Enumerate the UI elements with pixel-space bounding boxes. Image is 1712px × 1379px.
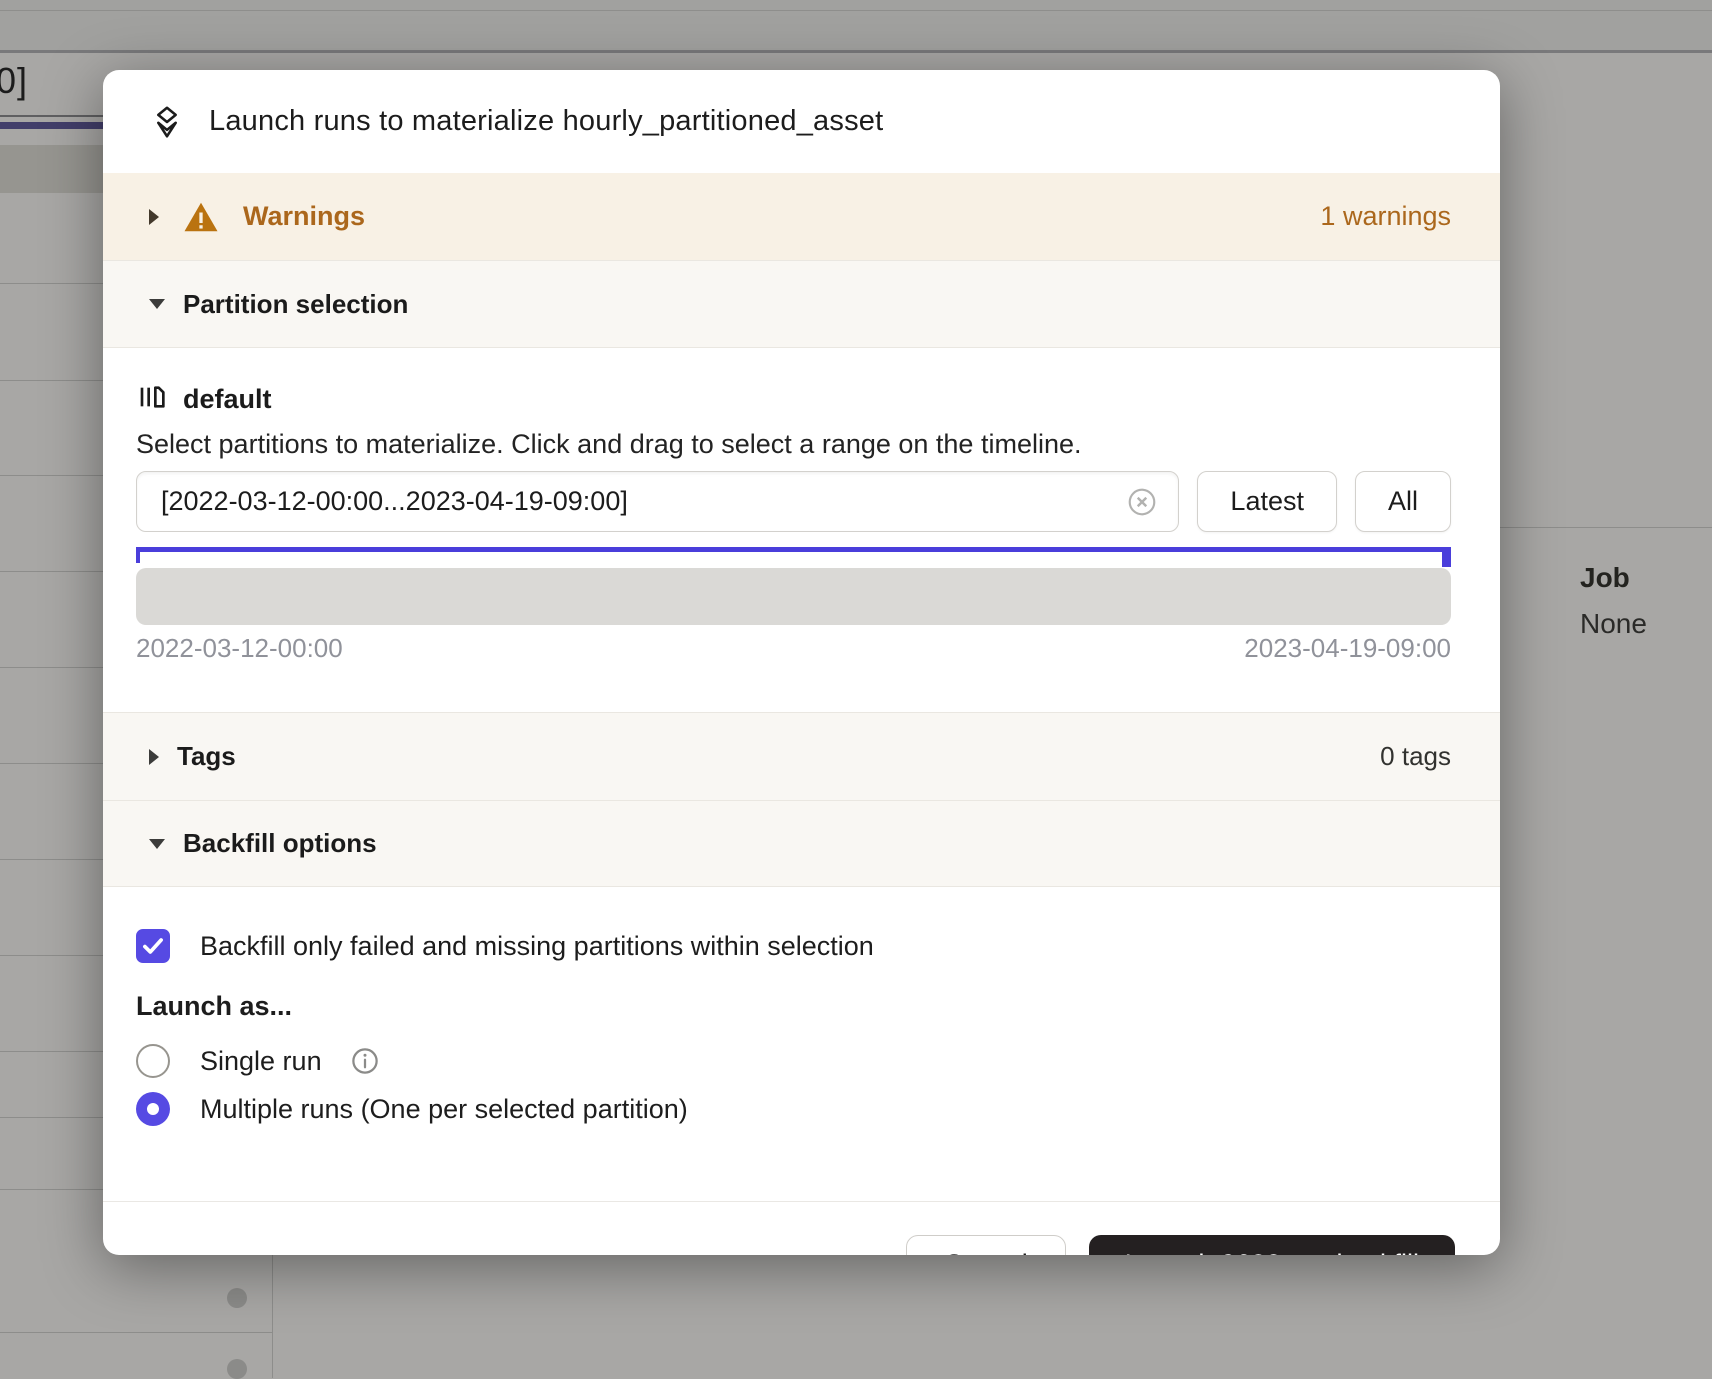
single-run-radio[interactable]: Single run	[136, 1044, 1451, 1078]
partition-selection-label: Partition selection	[183, 289, 408, 320]
single-run-label: Single run	[200, 1046, 322, 1077]
launch-backfill-button[interactable]: Launch 9682-run backfill	[1089, 1235, 1455, 1255]
background-divider	[0, 115, 103, 117]
tags-count: 0 tags	[1380, 741, 1451, 772]
radio-icon[interactable]	[136, 1044, 170, 1078]
background-accent-bar	[0, 122, 103, 129]
dialog-header: Launch runs to materialize hourly_partit…	[103, 70, 1500, 173]
background-job-column-header: Job	[1580, 562, 1630, 594]
background-row-divider	[0, 380, 103, 381]
clear-input-icon[interactable]	[1126, 486, 1158, 518]
chevron-down-icon	[149, 839, 165, 849]
background-column-divider	[272, 1255, 273, 1378]
background-top-toolbar	[0, 0, 1712, 53]
partition-dimension: default	[136, 382, 1451, 416]
chevron-right-icon	[149, 209, 159, 225]
cancel-button[interactable]: Cancel	[906, 1235, 1066, 1255]
partition-set-icon	[136, 381, 168, 418]
background-row-divider	[0, 955, 103, 956]
backfill-only-failed-checkbox[interactable]: Backfill only failed and missing partiti…	[136, 929, 1451, 963]
background-row-divider	[0, 1051, 103, 1052]
dialog-title: Launch runs to materialize hourly_partit…	[209, 105, 883, 138]
partition-timeline[interactable]	[136, 568, 1451, 625]
dialog-footer: Cancel Launch 9682-run backfill	[103, 1201, 1500, 1255]
background-row-divider	[0, 1117, 103, 1118]
background-row-divider	[0, 283, 103, 284]
partition-selection-body: default Select partitions to materialize…	[103, 382, 1500, 712]
tags-section-header[interactable]: Tags 0 tags	[103, 712, 1500, 801]
timeline-start-date: 2022-03-12-00:00	[136, 633, 343, 664]
checkbox-icon[interactable]	[136, 929, 170, 963]
background-row-divider	[0, 1189, 103, 1190]
backfill-options-header[interactable]: Backfill options	[103, 801, 1500, 887]
backfill-options-body: Backfill only failed and missing partiti…	[103, 929, 1500, 1201]
partition-selection-description: Select partitions to materialize. Click …	[136, 429, 1451, 460]
partition-dimension-name: default	[183, 384, 272, 415]
chevron-down-icon	[149, 299, 165, 309]
info-icon[interactable]	[350, 1046, 380, 1076]
partition-selection-header[interactable]: Partition selection	[103, 260, 1500, 348]
warnings-count: 1 warnings	[1320, 201, 1451, 232]
backfill-options-label: Backfill options	[183, 828, 377, 859]
latest-button[interactable]: Latest	[1197, 471, 1337, 532]
background-row-divider	[0, 763, 103, 764]
partition-input-row: [2022-03-12-00:00...2023-04-19-09:00] La…	[136, 471, 1451, 532]
chevron-right-icon	[149, 749, 159, 765]
background-selected-row	[0, 145, 103, 193]
partition-range-value: [2022-03-12-00:00...2023-04-19-09:00]	[161, 486, 1126, 517]
radio-icon[interactable]	[136, 1092, 170, 1126]
selection-range-indicator	[136, 547, 1451, 567]
all-button[interactable]: All	[1355, 471, 1451, 532]
background-job-value: None	[1580, 608, 1647, 640]
warning-icon	[183, 200, 219, 234]
background-row-divider	[0, 571, 103, 572]
warnings-section-header[interactable]: Warnings 1 warnings	[103, 173, 1500, 260]
background-row-divider	[1500, 527, 1712, 528]
background-row-divider	[0, 1332, 272, 1333]
materialize-asset-icon	[148, 103, 186, 141]
background-status-dot	[227, 1359, 247, 1379]
launch-backfill-dialog: Launch runs to materialize hourly_partit…	[103, 70, 1500, 1255]
page: 0] Job None Launch ru	[0, 0, 1712, 1378]
background-row-divider	[0, 667, 103, 668]
multiple-runs-radio[interactable]: Multiple runs (One per selected partitio…	[136, 1092, 1451, 1126]
tags-label: Tags	[177, 741, 236, 772]
partition-range-input[interactable]: [2022-03-12-00:00...2023-04-19-09:00]	[136, 471, 1179, 532]
warnings-label: Warnings	[243, 201, 365, 232]
launch-as-label: Launch as...	[136, 991, 1451, 1022]
background-row-divider	[0, 859, 103, 860]
timeline-end-date: 2023-04-19-09:00	[1244, 633, 1451, 664]
background-divider	[0, 10, 1712, 11]
multiple-runs-label: Multiple runs (One per selected partitio…	[200, 1094, 688, 1125]
background-status-dot	[227, 1288, 247, 1308]
background-row-divider	[0, 475, 103, 476]
checkbox-label: Backfill only failed and missing partiti…	[200, 931, 874, 962]
timeline-date-labels: 2022-03-12-00:00 2023-04-19-09:00	[136, 633, 1451, 664]
background-partial-text: 0]	[0, 60, 28, 102]
